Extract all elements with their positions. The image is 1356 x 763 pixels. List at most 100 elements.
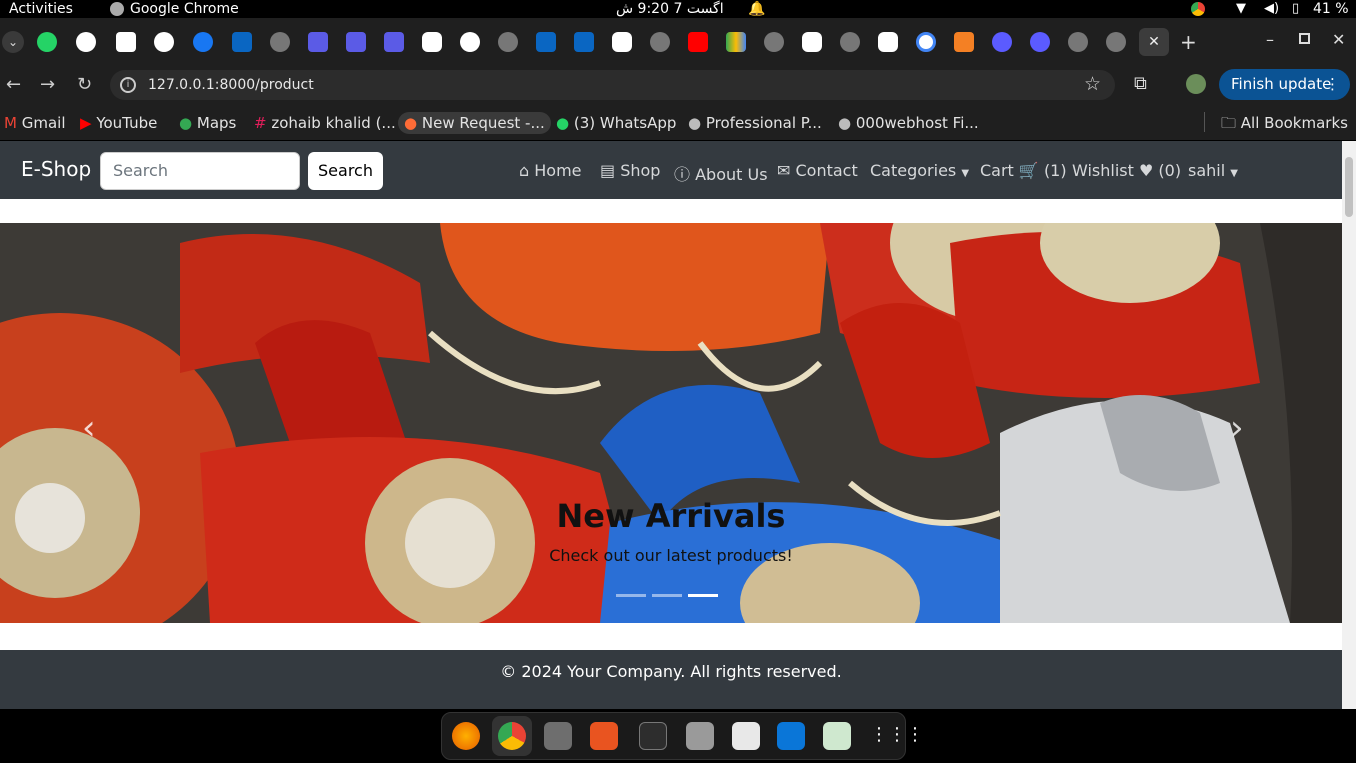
tab-facebook-icon[interactable] (193, 32, 213, 52)
carousel-indicator-3-active[interactable] (688, 594, 718, 597)
tab-globe-icon[interactable] (840, 32, 860, 52)
bookmark-professional[interactable]: ● Professional P... (688, 112, 822, 134)
tab-globe-icon[interactable] (764, 32, 784, 52)
finish-update-button[interactable]: Finish update ⋮ (1219, 69, 1350, 100)
chrome-icon[interactable] (498, 722, 526, 750)
tab-whatsapp-icon[interactable] (37, 32, 57, 52)
tab-drive-icon[interactable] (726, 32, 746, 52)
nav-contact-label: Contact (795, 161, 858, 180)
search-button[interactable]: Search (308, 152, 383, 190)
carousel-prev-icon[interactable]: ‹ (82, 408, 96, 448)
profile-avatar-icon[interactable] (1186, 74, 1206, 94)
forward-icon[interactable]: → (40, 74, 55, 95)
carousel-indicator-1[interactable] (616, 594, 646, 597)
nav-wishlist[interactable]: Wishlist ♥ (0) (1072, 161, 1181, 180)
text-editor-icon[interactable] (732, 722, 760, 750)
tab-github-icon[interactable] (154, 32, 174, 52)
tab-linkedin-icon[interactable] (574, 32, 594, 52)
bookmark-000webhost[interactable]: ● 000webhost Fi... (838, 112, 979, 134)
site-info-icon[interactable]: i (120, 77, 136, 93)
tab-search-chevron-icon[interactable]: ⌄ (2, 31, 24, 53)
software-center-icon[interactable] (590, 722, 618, 750)
nav-cart-label: Cart (980, 161, 1014, 180)
postman-icon: ● (404, 114, 418, 132)
page-scrollbar[interactable] (1342, 141, 1356, 709)
heart-icon: ♥ (1138, 161, 1154, 180)
address-bar[interactable]: 127.0.0.1:8000/product (110, 70, 1115, 100)
nav-contact[interactable]: ✉ Contact (777, 161, 858, 180)
tab-asterisk-icon[interactable] (1030, 32, 1050, 52)
minimize-icon[interactable]: – (1266, 30, 1274, 49)
files-icon[interactable] (544, 722, 572, 750)
chrome-tray-icon[interactable] (1191, 2, 1205, 16)
tab-globe-icon[interactable] (498, 32, 518, 52)
bookmark-gmail[interactable]: M Gmail (4, 112, 66, 134)
reload-icon[interactable]: ↻ (77, 74, 92, 95)
new-tab-icon[interactable]: + (1180, 30, 1197, 54)
close-window-icon[interactable]: ✕ (1332, 30, 1345, 49)
trash-icon[interactable] (823, 722, 851, 750)
tab-github-icon[interactable] (460, 32, 480, 52)
star-bookmark-icon[interactable]: ☆ (1084, 73, 1101, 95)
nav-home[interactable]: ⌂ Home (519, 161, 582, 180)
search-input[interactable]: Search (100, 152, 300, 190)
tab-asterisk-icon[interactable] (992, 32, 1012, 52)
bookmark-postman[interactable]: ● New Request -... (398, 112, 551, 134)
firefox-icon[interactable] (452, 722, 480, 750)
clock[interactable]: اگست 7 9:20 ش (616, 0, 724, 18)
tab-linkedin-icon[interactable] (536, 32, 556, 52)
bookmark-whatsapp[interactable]: ● (3) WhatsApp (556, 112, 676, 134)
vscode-icon[interactable] (777, 722, 805, 750)
tab-stackoverflow-icon[interactable] (954, 32, 974, 52)
kebab-menu-icon[interactable]: ⋮ (1325, 69, 1340, 100)
battery-percent[interactable]: 41 % (1313, 0, 1349, 18)
scrollbar-thumb[interactable] (1345, 157, 1353, 217)
carousel-next-icon[interactable]: › (1230, 408, 1244, 448)
nav-shop[interactable]: ▤ Shop (600, 161, 660, 180)
battery-icon[interactable]: ▯ (1292, 0, 1299, 18)
back-icon[interactable]: ← (6, 74, 21, 95)
tab-globe-icon[interactable] (650, 32, 670, 52)
tab-globe-icon[interactable] (1068, 32, 1088, 52)
nav-categories-dropdown[interactable]: Categories ▼ (870, 161, 969, 180)
nav-about[interactable]: ⓘ About Us (674, 161, 768, 185)
active-tab-close-icon[interactable]: ✕ (1139, 28, 1169, 56)
tab-chatgpt-icon[interactable] (422, 32, 442, 52)
carousel-indicator-2[interactable] (652, 594, 682, 597)
wifi-icon[interactable]: ▼ (1236, 0, 1246, 18)
tab-chatgpt-icon[interactable] (802, 32, 822, 52)
tab-app-icon[interactable] (384, 32, 404, 52)
bell-icon[interactable]: 🔔 (748, 0, 765, 18)
terminal-icon[interactable] (639, 722, 667, 750)
brand-logo[interactable]: E-Shop (21, 157, 91, 181)
archive-icon[interactable] (686, 722, 714, 750)
bookmark-slack[interactable]: # zohaib khalid (... (254, 112, 396, 134)
tab-blank-icon[interactable] (116, 32, 136, 52)
tab-globe-icon[interactable] (270, 32, 290, 52)
tab-globe-icon[interactable] (1106, 32, 1126, 52)
finish-update-label: Finish update (1231, 75, 1332, 93)
tab-github-icon[interactable] (76, 32, 96, 52)
activities-button[interactable]: Activities (9, 0, 73, 18)
volume-icon[interactable]: ◀) (1264, 0, 1279, 18)
maximize-icon[interactable] (1299, 33, 1310, 44)
carousel-caption: Check out our latest products! (549, 546, 793, 565)
show-apps-grid-icon[interactable]: ⋮⋮⋮ (870, 724, 924, 745)
active-app-name[interactable]: Google Chrome (130, 0, 239, 18)
tab-linkedin-icon[interactable] (232, 32, 252, 52)
all-bookmarks-button[interactable]: 🗀 All Bookmarks (1221, 112, 1348, 134)
tab-youtube-icon[interactable] (688, 32, 708, 52)
extensions-icon[interactable]: ⧉ (1134, 73, 1147, 94)
nav-cart[interactable]: Cart 🛒 (1) (980, 161, 1067, 180)
tab-google-icon[interactable] (916, 32, 936, 52)
tab-chatgpt-icon[interactable] (878, 32, 898, 52)
tab-app-icon[interactable] (308, 32, 328, 52)
tab-app-icon[interactable] (346, 32, 366, 52)
tab-chatgpt-icon[interactable] (612, 32, 632, 52)
web-page: E-Shop Search Search ⌂ Home ▤ Shop ⓘ Abo… (0, 141, 1342, 709)
hero-carousel[interactable]: ‹ › New Arrivals Check out our latest pr… (0, 223, 1342, 623)
bookmark-maps[interactable]: ● Maps (179, 112, 236, 134)
nav-user-dropdown[interactable]: sahil ▼ (1188, 161, 1238, 180)
bookmark-youtube[interactable]: ▶ YouTube (80, 112, 157, 134)
site-navbar: E-Shop Search Search ⌂ Home ▤ Shop ⓘ Abo… (0, 141, 1342, 199)
